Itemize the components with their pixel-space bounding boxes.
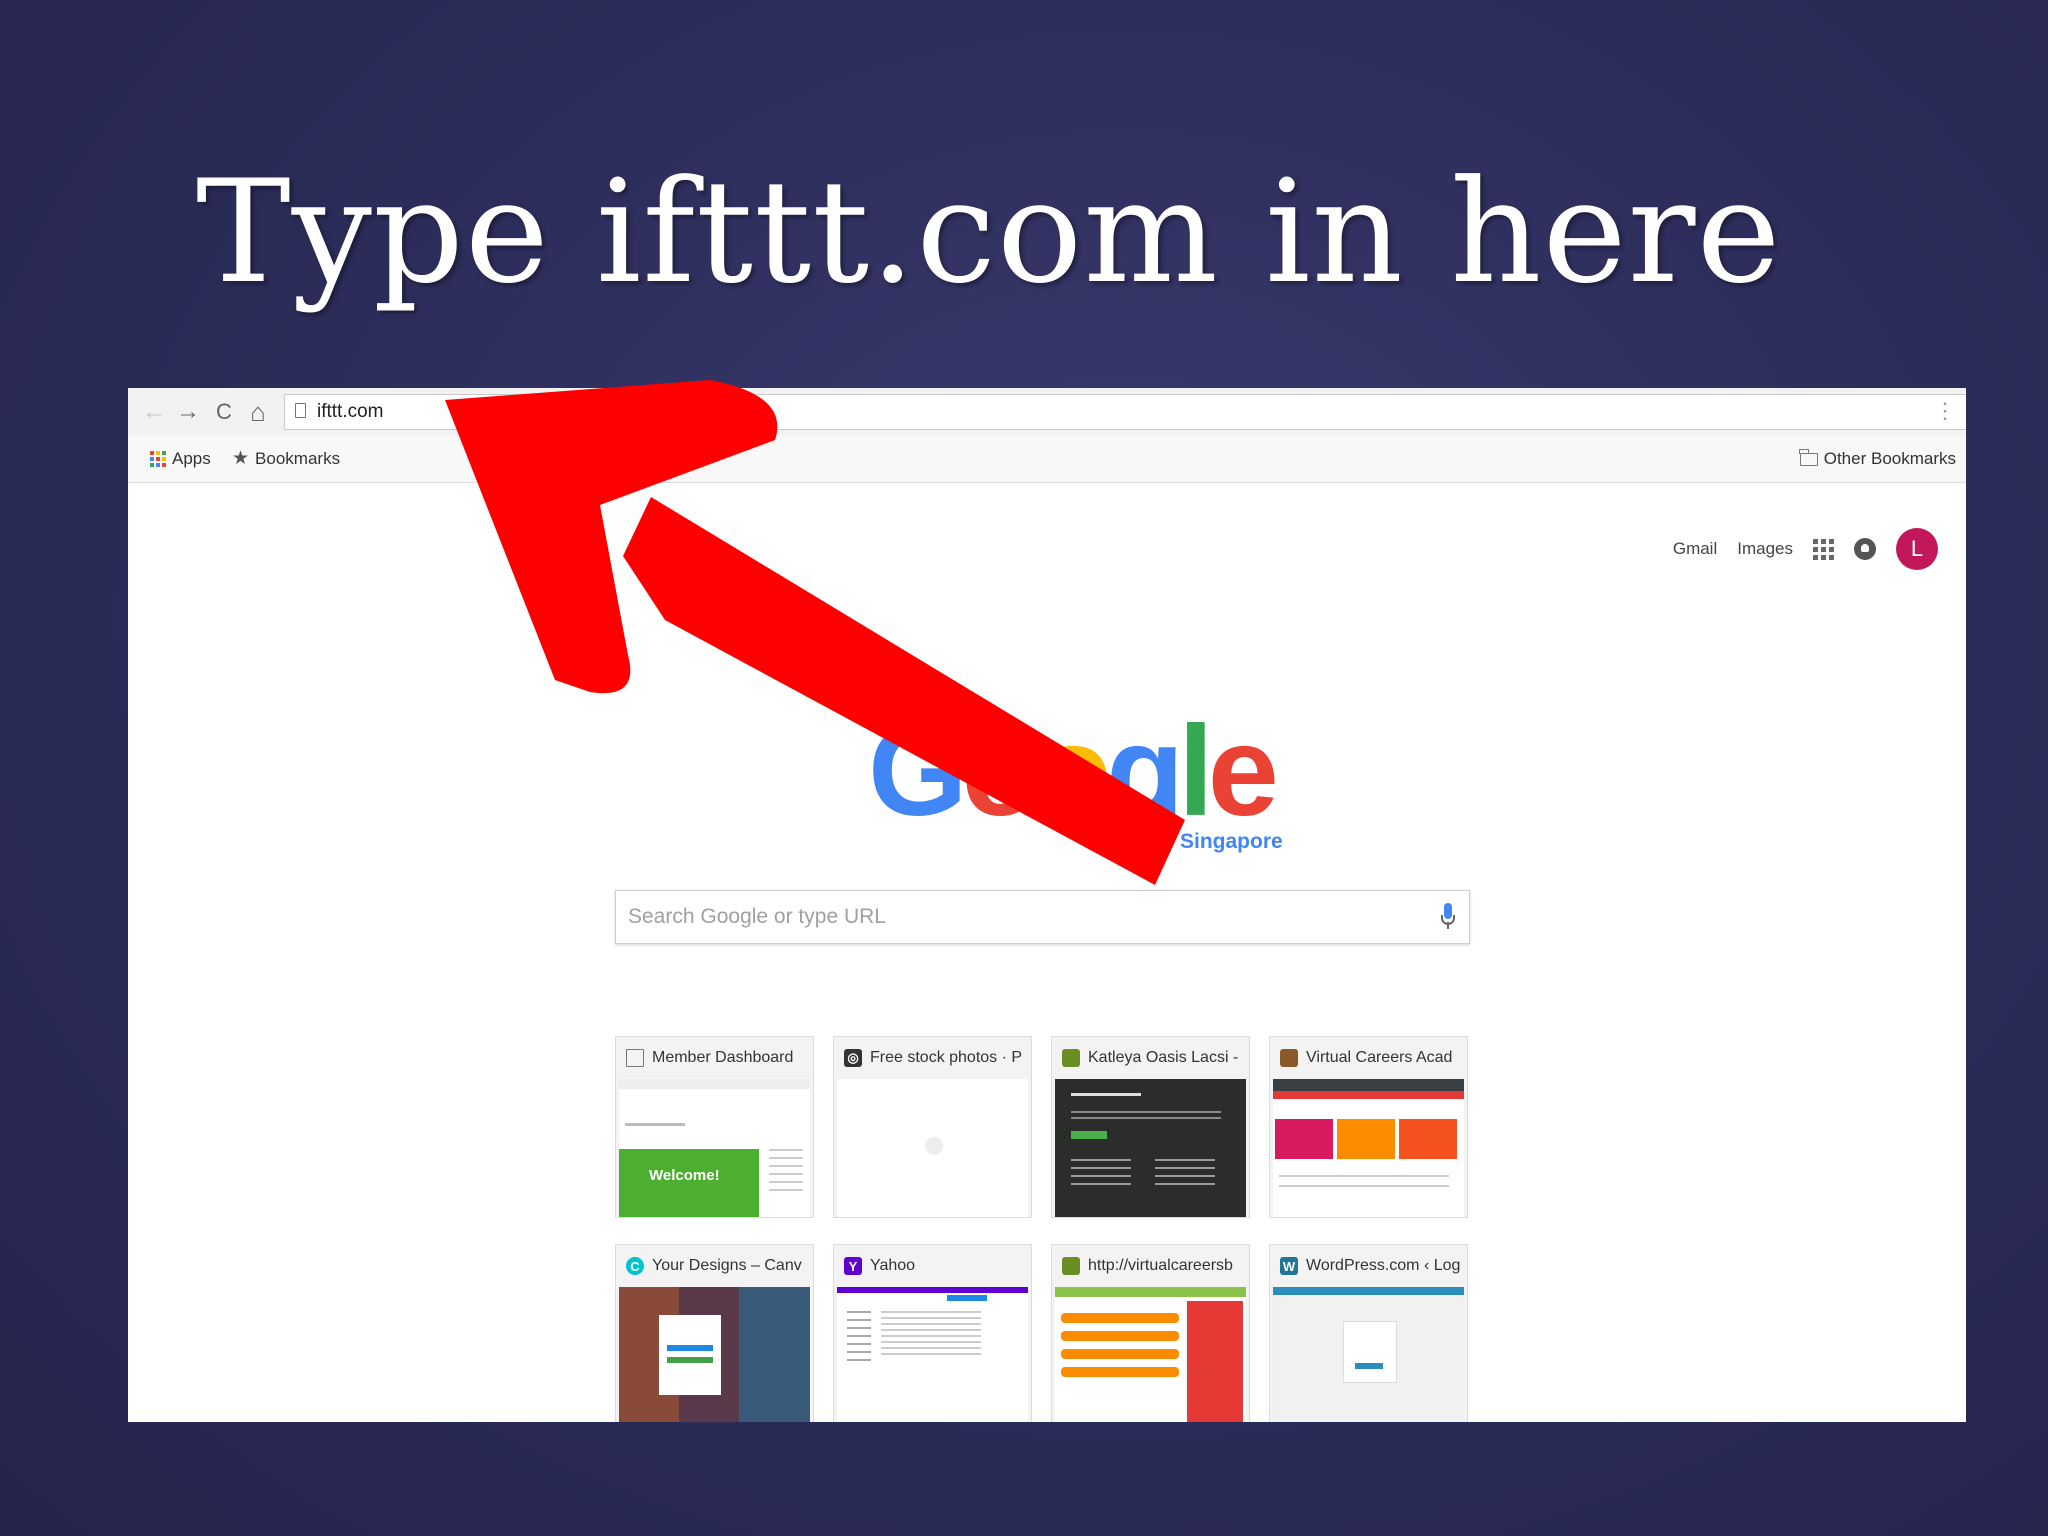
google-logo-letter: G [868,700,968,843]
tile-member-dashboard[interactable]: Member Dashboard Welcome! [615,1036,814,1218]
tile-thumbnail [619,1287,810,1422]
search-box[interactable] [615,890,1470,944]
tile-thumbnail [837,1079,1028,1217]
tile-title: Free stock photos · P [870,1049,1023,1066]
tile-thumbnail [1055,1079,1246,1217]
home-icon: ⌂ [250,397,266,427]
google-logo-letter: e [1207,700,1279,843]
site-icon [1062,1049,1080,1067]
images-link[interactable]: Images [1737,539,1793,559]
google-logo: Google [868,708,1279,836]
tile-thumbnail: Welcome! [619,1079,810,1217]
address-bar-text: ifttt.com [317,401,384,422]
tile-virtual-careers[interactable]: Virtual Careers Acad [1269,1036,1468,1218]
tile-virtualcareers-blog[interactable]: http://virtualcareersb [1051,1244,1250,1422]
site-icon [1280,1049,1298,1067]
apps-label: Apps [172,449,211,468]
wordpress-icon: W [1280,1257,1298,1275]
reload-button[interactable]: C [210,398,238,426]
tile-title: WordPress.com ‹ Log [1306,1257,1461,1274]
star-icon: ★ [232,448,250,469]
yahoo-icon: Y [844,1257,862,1275]
tile-katleya-oasis[interactable]: Katleya Oasis Lacsi - [1051,1036,1250,1218]
google-logo-letter: g [1105,700,1184,843]
browser-window: ← → C ⌂ ifttt.com ⋮ Apps ★ Bookmarks Oth… [128,388,1966,1422]
apps-icon [150,451,166,467]
folder-icon [1799,448,1818,466]
slide-title: Type ifttt.com in here [196,150,1782,315]
tile-title: Virtual Careers Acad [1306,1049,1453,1066]
bookmarks-label: Bookmarks [255,449,341,468]
tile-title: Member Dashboard [652,1049,794,1066]
microphone-icon[interactable] [1441,903,1455,931]
gmail-link[interactable]: Gmail [1673,539,1717,559]
address-bar[interactable]: ifttt.com [284,394,1966,430]
tile-thumbnail [837,1287,1028,1422]
account-avatar[interactable]: L [1896,528,1938,570]
ntp-top-links: Gmail Images L [1673,528,1938,570]
bookmarks-folder[interactable]: ★ Bookmarks [232,449,340,469]
notifications-bell-icon[interactable] [1854,538,1876,560]
google-logo-letter: o [961,700,1040,843]
tile-your-designs-canva[interactable]: C Your Designs – Canv [615,1244,814,1422]
google-logo-text: Google [868,700,1279,843]
tile-thumbnail [1055,1287,1246,1422]
google-apps-grid-icon[interactable] [1813,538,1834,560]
tile-free-stock-photos[interactable]: ◎ Free stock photos · P [833,1036,1032,1218]
back-arrow-icon: ← [142,398,166,425]
forward-arrow-icon: → [176,398,200,425]
apps-bookmark[interactable]: Apps [150,449,211,469]
search-input[interactable] [616,891,1410,943]
page-icon [295,403,306,418]
browser-menu-icon[interactable]: ⋮ [1934,398,1956,424]
google-logo-region: Singapore [1180,830,1283,853]
other-bookmarks-label: Other Bookmarks [1823,449,1956,468]
google-logo-letter: l [1178,700,1213,843]
tile-title: http://virtualcareersb [1088,1257,1233,1274]
welcome-text: Welcome! [649,1167,720,1184]
google-logo-letter: o [1033,700,1112,843]
camera-icon: ◎ [844,1049,862,1067]
canva-icon: C [626,1257,644,1275]
tile-wordpress[interactable]: W WordPress.com ‹ Log [1269,1244,1468,1422]
most-visited-tiles: Member Dashboard Welcome! ◎ Free stock ph… [615,1036,1468,1422]
other-bookmarks-folder[interactable]: Other Bookmarks [1799,448,1956,469]
tile-title: Yahoo [870,1257,916,1274]
page-icon [626,1049,644,1067]
bookmarks-bar: Apps ★ Bookmarks Other Bookmarks [128,436,1966,483]
forward-button[interactable]: → [174,398,202,426]
site-icon [1062,1257,1080,1275]
tile-thumbnail [1273,1287,1464,1422]
reload-icon: C [216,399,232,424]
home-button[interactable]: ⌂ [244,398,272,426]
tile-yahoo[interactable]: Y Yahoo [833,1244,1032,1422]
tile-title: Katleya Oasis Lacsi - [1088,1049,1239,1066]
tile-thumbnail [1273,1079,1464,1217]
browser-toolbar: ← → C ⌂ ifttt.com ⋮ [128,388,1966,437]
back-button[interactable]: ← [140,398,168,426]
tile-title: Your Designs – Canv [652,1257,802,1274]
